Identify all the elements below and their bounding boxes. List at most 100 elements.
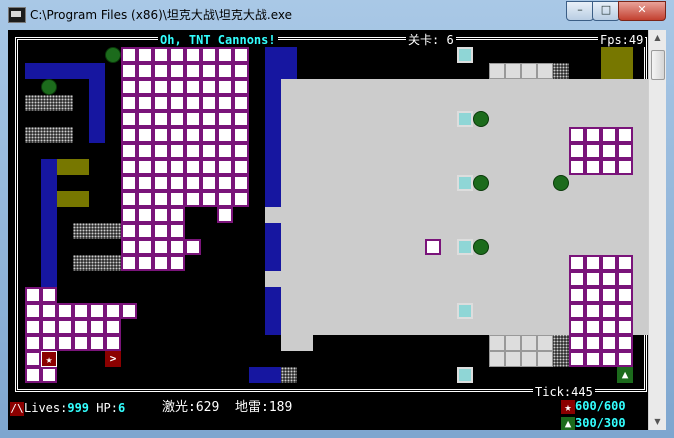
minimize-button[interactable]: – <box>566 1 594 21</box>
steel-plate <box>569 223 585 239</box>
steel-plate <box>409 111 425 127</box>
steel-plate <box>489 255 505 271</box>
steel-plate <box>473 207 489 223</box>
game-canvas[interactable]: ★ > ▲ Oh, TNT Cannons! 关卡: 6 Fps:49 Tick:4… <box>8 30 648 430</box>
brick-wall <box>185 143 201 159</box>
steel-plate <box>281 287 297 303</box>
steel-plate <box>393 175 409 191</box>
steel-plate <box>345 159 361 175</box>
tank-ammo-value: 300/300 <box>575 416 626 430</box>
steel-plate <box>633 303 648 319</box>
brick-wall <box>105 319 121 335</box>
steel-plate <box>313 303 329 319</box>
brick-wall <box>601 143 617 159</box>
steel-plate <box>457 271 473 287</box>
steel-plate <box>281 95 297 111</box>
brick-wall <box>585 159 601 175</box>
brick-wall <box>185 159 201 175</box>
steel-plate <box>601 223 617 239</box>
brick-wall <box>585 271 601 287</box>
brick-wall <box>73 335 89 351</box>
steel-plate <box>521 159 537 175</box>
steel-plate <box>297 223 313 239</box>
brick-wall <box>585 143 601 159</box>
steel-plate <box>537 319 553 335</box>
steel-rock <box>281 367 297 383</box>
lives-label: Lives: <box>24 401 68 415</box>
brick-wall <box>585 303 601 319</box>
brick-wall <box>41 303 57 319</box>
steel-plate <box>377 175 393 191</box>
steel-plate <box>425 319 441 335</box>
steel-plate <box>569 239 585 255</box>
steel-plate <box>473 319 489 335</box>
brick-wall <box>585 287 601 303</box>
steel-plate <box>409 239 425 255</box>
brick-wall <box>137 63 153 79</box>
steel-plate <box>473 143 489 159</box>
brick-wall <box>217 47 233 63</box>
maximize-button[interactable]: □ <box>592 1 620 21</box>
brick-wall <box>121 239 137 255</box>
steel-plate <box>489 191 505 207</box>
brick-wall <box>121 143 137 159</box>
scroll-up-icon[interactable]: ▲ <box>649 30 666 46</box>
steel-plate <box>329 303 345 319</box>
brick-wall <box>185 63 201 79</box>
brick-wall <box>73 303 89 319</box>
brick-wall <box>617 319 633 335</box>
brick-wall <box>121 303 137 319</box>
steel-plate <box>617 175 633 191</box>
brick-wall <box>137 191 153 207</box>
brick-wall <box>233 191 249 207</box>
close-button[interactable]: ✕ <box>618 1 666 21</box>
steel-plate <box>553 127 569 143</box>
brick-wall <box>233 111 249 127</box>
scroll-down-icon[interactable]: ▼ <box>649 414 666 430</box>
brick-wall <box>169 223 185 239</box>
brick-wall <box>585 335 601 351</box>
brick-wall <box>153 207 169 223</box>
brick-wall <box>153 191 169 207</box>
steel-plate <box>377 191 393 207</box>
steel-plate <box>537 287 553 303</box>
brick-wall <box>137 111 153 127</box>
steel-plate <box>409 159 425 175</box>
star-icon: ★ <box>561 399 575 414</box>
lives-status: /\Lives:999 HP:6 <box>8 401 128 416</box>
steel-plate <box>521 143 537 159</box>
star-ammo: ★ 600/600 <box>559 399 628 414</box>
steel-plate <box>633 79 648 95</box>
steel-plate <box>441 287 457 303</box>
steel-plate <box>521 175 537 191</box>
player-tank: > <box>105 351 121 367</box>
steel-plate <box>457 287 473 303</box>
fortress-wall <box>521 335 537 351</box>
brick-wall <box>601 287 617 303</box>
steel-plate <box>361 271 377 287</box>
brick-wall <box>201 95 217 111</box>
steel-plate <box>345 127 361 143</box>
steel-plate <box>345 239 361 255</box>
scroll-thumb[interactable] <box>651 50 665 80</box>
vertical-scrollbar[interactable]: ▲ ▼ <box>648 30 666 430</box>
brick-wall <box>569 351 585 367</box>
steel-plate <box>585 111 601 127</box>
brick-wall <box>601 255 617 271</box>
title-bar[interactable]: C:\Program Files (x86)\坦克大战\坦克大战.exe – □… <box>0 0 674 28</box>
steel-plate <box>617 111 633 127</box>
steel-plate <box>329 143 345 159</box>
brick-wall <box>217 159 233 175</box>
brick-wall <box>137 207 153 223</box>
brick-wall <box>601 351 617 367</box>
steel-plate <box>361 191 377 207</box>
brick-wall <box>137 255 153 271</box>
brick-wall <box>233 159 249 175</box>
steel-plate <box>505 175 521 191</box>
steel-plate <box>553 159 569 175</box>
brick-wall <box>233 143 249 159</box>
steel-plate <box>505 159 521 175</box>
brick-wall <box>217 175 233 191</box>
steel-plate <box>329 223 345 239</box>
steel-plate <box>553 191 569 207</box>
